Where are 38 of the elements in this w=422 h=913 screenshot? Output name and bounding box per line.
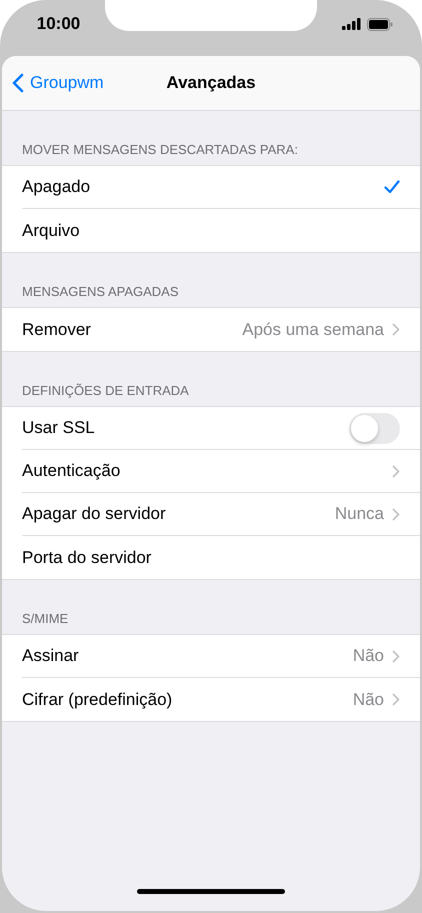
chevron-right-icon	[392, 508, 400, 520]
row-value: Nunca	[334, 503, 384, 526]
settings-row[interactable]: Usar SSL	[2, 407, 420, 450]
page-title: Avançadas	[166, 72, 256, 94]
section-header: S/MIME	[22, 610, 68, 628]
row-label: Remover	[22, 318, 92, 341]
chevron-right-icon	[392, 464, 400, 478]
settings-row[interactable]: Assinar Não	[2, 635, 420, 678]
row-label: Usar SSL	[22, 417, 96, 440]
settings-row[interactable]: Apagar do servidor Nunca	[2, 493, 420, 536]
row-label: Apagar do servidor	[22, 503, 167, 526]
section-header: MENSAGENS APAGADAS	[22, 282, 179, 300]
row-value: Não	[352, 645, 384, 668]
battery-icon	[367, 18, 393, 30]
settings-row[interactable]: Cifrar (predefinição) Não	[2, 678, 420, 721]
chevron-left-icon	[12, 73, 24, 93]
row-label: Assinar	[22, 645, 80, 668]
row-value: Não	[352, 688, 384, 711]
row-label: Autenticação	[22, 460, 122, 482]
row-label: Porta do servidor	[22, 546, 152, 569]
back-button[interactable]: Groupwm	[2, 70, 104, 96]
settings-row[interactable]: Arquivo	[2, 209, 420, 252]
chevron-right-icon	[392, 693, 400, 706]
section-header: DEFINIÇÕES DE ENTRADA	[22, 382, 189, 400]
chevron-right-icon	[392, 323, 400, 336]
status-time: 10:00	[36, 13, 80, 36]
settings-row[interactable]: Apagado	[2, 166, 420, 209]
row-value: Após uma semana	[242, 318, 384, 341]
row-label: Cifrar (predefinição)	[22, 688, 174, 711]
chevron-right-icon	[392, 650, 400, 662]
settings-row[interactable]: Porta do servidor	[2, 536, 420, 579]
settings-row[interactable]: Autenticação	[2, 450, 420, 493]
toggle-switch[interactable]	[349, 412, 400, 444]
row-label: Apagado	[22, 176, 92, 198]
signal-icon	[342, 18, 361, 30]
section-header: MOVER MENSAGENS DESCARTADAS PARA:	[22, 140, 298, 158]
settings-row[interactable]: Remover Após uma semana	[2, 308, 420, 351]
row-label: Arquivo	[22, 220, 81, 242]
